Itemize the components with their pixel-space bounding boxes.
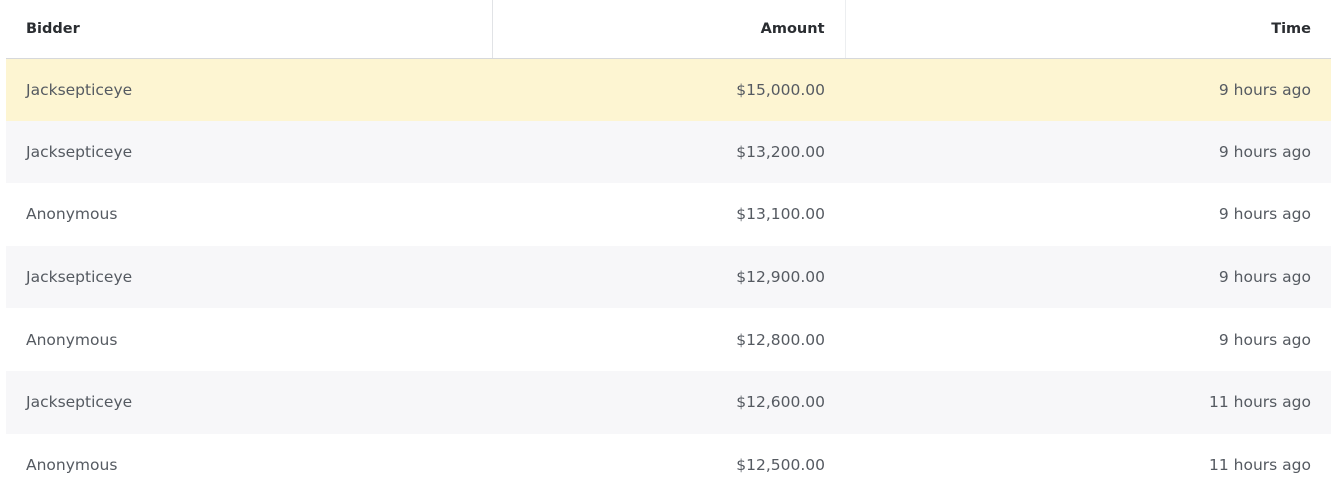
amount-cell: $12,600.00 [736, 393, 825, 412]
amount-cell: $12,900.00 [736, 268, 825, 287]
column-header-amount[interactable]: Amount [492, 0, 846, 59]
table-row: Jacksepticeye $12,900.00 9 hours ago [6, 245, 1331, 309]
table-row: Jacksepticeye $15,000.00 9 hours ago [6, 58, 1331, 121]
time-cell: 9 hours ago [1218, 142, 1311, 161]
column-header-time[interactable]: Time [845, 0, 1331, 59]
bidder-cell: Jacksepticeye [26, 80, 133, 99]
table-row: Anonymous $13,100.00 9 hours ago [6, 183, 1331, 246]
time-cell: 9 hours ago [1218, 205, 1311, 224]
bidder-cell: Jacksepticeye [26, 393, 133, 412]
amount-cell: $13,100.00 [736, 205, 825, 224]
amount-cell: $13,200.00 [736, 142, 825, 161]
table-row: Jacksepticeye $12,600.00 11 hours ago [6, 370, 1331, 434]
table-header-row: Bidder Amount Time [6, 0, 1331, 59]
amount-cell: $12,800.00 [736, 330, 825, 349]
time-cell: 9 hours ago [1218, 330, 1311, 349]
bid-history-table: Bidder Amount Time Jacksepticeye $15,000… [6, 0, 1331, 496]
column-header-bidder[interactable]: Bidder [6, 0, 493, 59]
table-row: Jacksepticeye $13,200.00 9 hours ago [6, 120, 1331, 184]
time-cell: 9 hours ago [1218, 80, 1311, 99]
bid-rows: Jacksepticeye $15,000.00 9 hours ago Jac… [6, 58, 1331, 496]
amount-cell: $15,000.00 [736, 80, 825, 99]
time-cell: 11 hours ago [1209, 393, 1311, 412]
bidder-cell: Jacksepticeye [26, 142, 133, 161]
bidder-cell: Jacksepticeye [26, 268, 133, 287]
table-row: Anonymous $12,800.00 9 hours ago [6, 308, 1331, 371]
bidder-cell: Anonymous [26, 330, 118, 349]
time-cell: 9 hours ago [1218, 268, 1311, 287]
bidder-cell: Anonymous [26, 205, 118, 224]
